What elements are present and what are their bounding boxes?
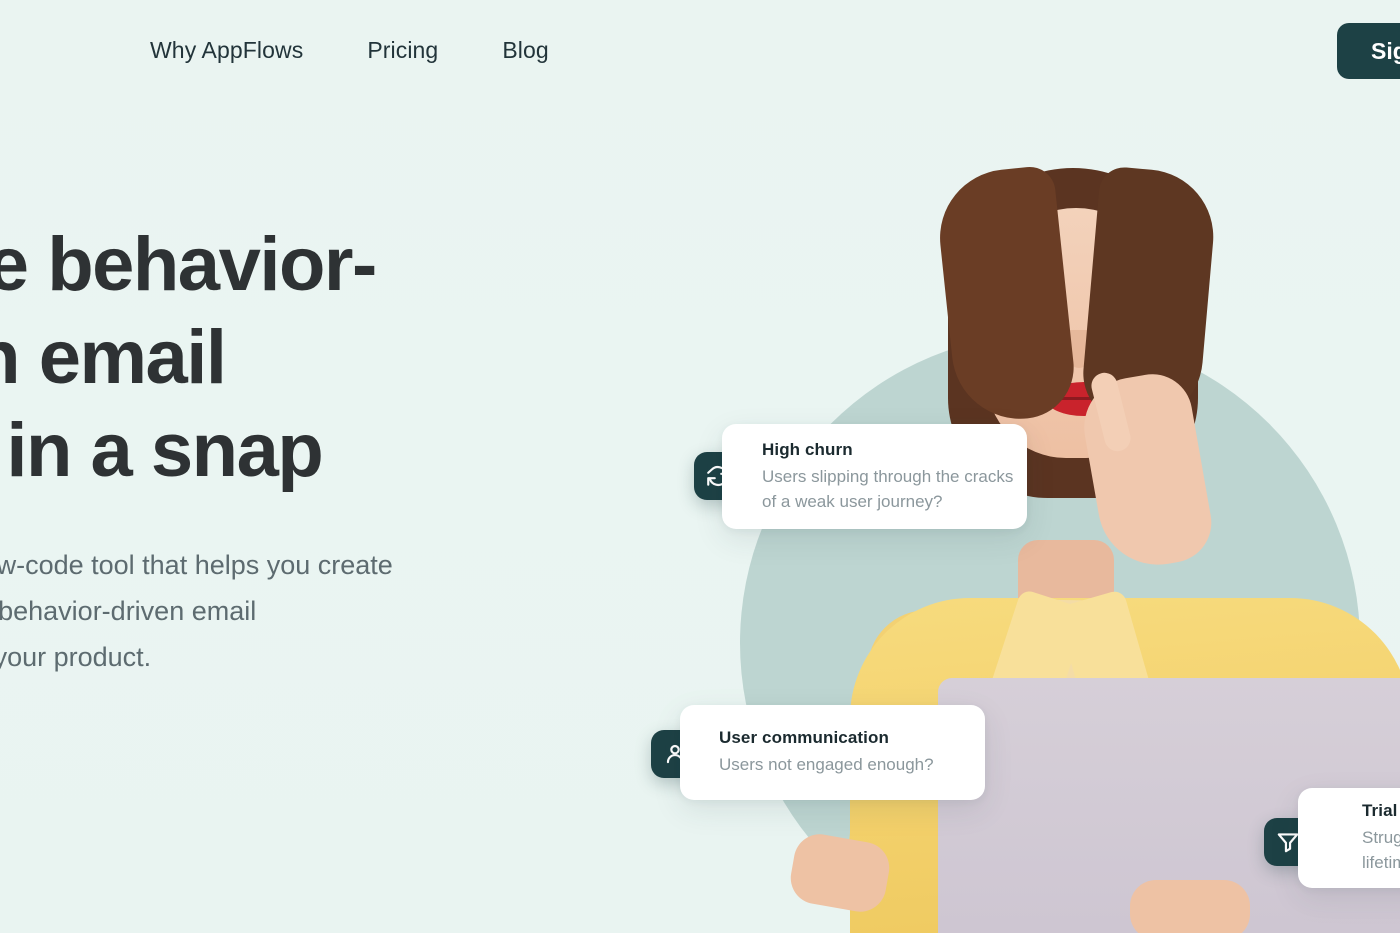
subhead-line-1: AppFlows is a low-code tool that helps y… — [0, 550, 393, 580]
headline-line-3: flows in a snap — [0, 408, 324, 493]
card-body: User communication Users not engaged eno… — [719, 728, 934, 777]
landing-page: Why AppFlows Pricing Blog Sign up Create… — [0, 0, 1400, 933]
card-high-churn[interactable]: High churn Users slipping through the cr… — [722, 424, 1027, 529]
card-title: High churn — [762, 439, 853, 459]
card-description: Struggling with low lifetime value? — [1362, 828, 1400, 872]
card-description: Users not engaged enough? — [719, 755, 934, 774]
headline-line-2: driven email — [0, 315, 227, 400]
card-description: Users slipping through the cracks of a w… — [762, 466, 1014, 511]
card-user-communication[interactable]: User communication Users not engaged eno… — [680, 705, 985, 800]
card-body: Trial conversion Struggling with low lif… — [1362, 801, 1400, 875]
nav-links: Why AppFlows Pricing Blog — [150, 37, 549, 64]
hero-copy: Create behavior- driven email flows in a… — [0, 218, 560, 680]
nav-link-pricing[interactable]: Pricing — [367, 37, 438, 64]
card-body: High churn Users slipping through the cr… — [762, 440, 1027, 514]
headline-line-1: Create behavior- — [0, 222, 377, 307]
card-trial-conversion[interactable]: Trial conversion Struggling with low lif… — [1298, 788, 1400, 888]
nav-link-why-appflows[interactable]: Why AppFlows — [150, 37, 303, 64]
card-title: Trial conversion — [1362, 801, 1400, 820]
page-title: Create behavior- driven email flows in a… — [0, 218, 560, 497]
hero-subheading: AppFlows is a low-code tool that helps y… — [0, 542, 545, 680]
card-title: User communication — [719, 728, 889, 747]
nav-link-blog[interactable]: Blog — [502, 37, 548, 64]
photo-hand-right — [1130, 880, 1250, 933]
subhead-line-2: better and more behavior-driven email — [0, 596, 257, 626]
subhead-line-3: automations for your product. — [0, 642, 152, 672]
